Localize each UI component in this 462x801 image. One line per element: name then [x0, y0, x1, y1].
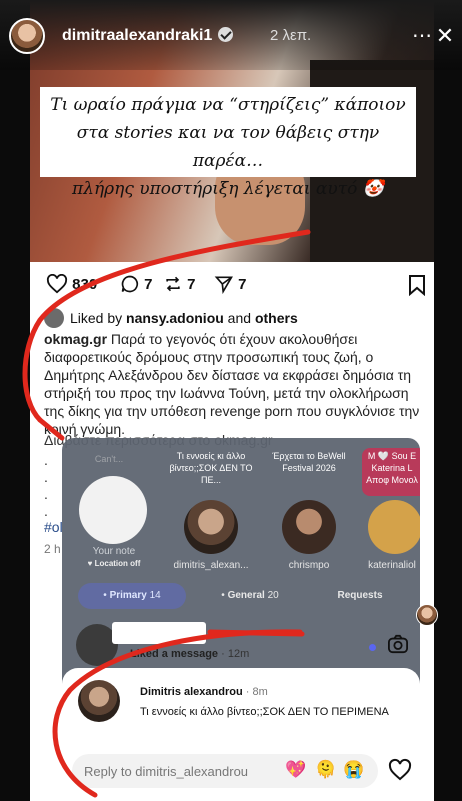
story-time: 2 λεπ. [270, 27, 312, 44]
close-icon[interactable]: ✕ [432, 22, 458, 50]
contact-note-bubble: M 🤍 Sou E Katerina L Αποφ Μονολ [362, 448, 420, 496]
story-username-text: dimitraalexandraki1 [62, 27, 213, 44]
repost-count: 7 [187, 276, 196, 293]
contact-note[interactable]: M 🤍 Sou E Katerina L Αποφ Μονολ katerina… [362, 448, 420, 571]
share-sheet: Can't... Your note ♥ Location off Τι ενν… [62, 438, 420, 698]
your-note-label: Your note [92, 546, 136, 557]
liked-by-prefix: Liked by [70, 310, 127, 326]
reply-avatar [78, 680, 120, 722]
post-caption: okmag.gr Παρά το γεγονός ότι έχουν ακολο… [44, 330, 426, 438]
tab-primary-count: 14 [149, 590, 161, 601]
liked-by-others[interactable]: others [255, 310, 298, 326]
caption-username[interactable]: okmag.gr [44, 331, 107, 347]
liked-by-user[interactable]: nansy.adoniou [126, 310, 224, 326]
contact-name: chrismpo [288, 560, 330, 571]
unread-dot [369, 644, 376, 651]
reply-message: Τι εννοείς κι άλλο βίντεο;;ΣΟΚ ΔΕΝ ΤΟ ΠΕ… [140, 706, 389, 718]
caption-dots: . . . . [44, 452, 48, 519]
tab-requests[interactable]: Requests [314, 583, 406, 609]
story-header: dimitraalexandraki1 2 λεπ. ⋯ ✕ [0, 0, 462, 70]
your-note-bubble[interactable] [79, 476, 147, 544]
liked-by-and: and [223, 310, 255, 326]
heart-icon[interactable] [388, 758, 412, 782]
post-time-fragment: 2 h [44, 542, 61, 556]
comment-count: 7 [144, 276, 153, 293]
tab-general-count: 20 [267, 590, 279, 601]
overlay-line: πλήρης υποστήριξη λέγεται αυτό 🤡 [72, 179, 384, 199]
contact-avatar [184, 500, 238, 554]
tab-primary-label: Primary [109, 590, 147, 601]
dm-thread-row[interactable]: Liked a message · 12m [62, 618, 420, 668]
hashtag-fragment[interactable]: #ol [44, 519, 63, 535]
post-actions: 830 7 7 7 [30, 272, 434, 302]
overlay-caption: Τι ωραίο πράγμα να “στηρίζεις” κάποιον σ… [40, 87, 416, 199]
dm-time: · 12m [218, 648, 250, 660]
more-options-icon[interactable]: ⋯ [412, 22, 432, 50]
heart-icon [46, 273, 68, 294]
story-username[interactable]: dimitraalexandraki1 [62, 27, 234, 45]
contact-note[interactable]: Έρχεται το BeWell Festival 2026 chrismpo [264, 448, 354, 571]
floating-avatar [416, 604, 438, 626]
emoji-crying-face-button[interactable]: 😭 [342, 758, 366, 782]
bookmark-icon[interactable] [408, 274, 426, 296]
contact-note-bubble: Έρχεται το BeWell Festival 2026 [272, 451, 346, 473]
like-count: 830 [72, 276, 98, 293]
reply-sender-name: Dimitris alexandrou [140, 686, 243, 698]
liked-by-row[interactable]: Liked by nansy.adoniou and others [44, 308, 298, 328]
reply-sender: Dimitris alexandrou · 8m [140, 686, 268, 698]
tab-primary[interactable]: • Primary 14 [78, 583, 186, 609]
redacted-name [112, 622, 206, 644]
emoji-melting-face-button[interactable]: 🫠 [314, 758, 338, 782]
emoji-sparkling-heart-button[interactable]: 💖 [284, 758, 308, 782]
tab-requests-label: Requests [337, 590, 383, 601]
contact-note[interactable]: Τι εννοείς κι άλλο βίντεο;;ΣΟΚ ΔΕΝ ΤΟ ΠΕ… [166, 448, 256, 571]
contact-name: katerinaliol [368, 560, 416, 571]
verified-icon [218, 27, 234, 42]
dm-status-text: Liked a message [130, 648, 219, 660]
camera-icon[interactable] [387, 634, 409, 654]
dm-status: Liked a message · 12m [130, 648, 249, 660]
like-button[interactable]: 830 [46, 273, 98, 294]
overlay-line: Τι ωραίο πράγμα να “στηρίζεις” κάποιον [50, 95, 406, 115]
reply-card: Dimitris alexandrou · 8m Τι εννοείς κι ά… [62, 668, 420, 801]
contact-note-bubble: Τι εννοείς κι άλλο βίντεο;;ΣΟΚ ΔΕΝ ΤΟ ΠΕ… [169, 451, 253, 485]
comment-icon [121, 275, 139, 293]
inbox-tabs: • Primary 14 • General 20 Requests [72, 583, 412, 611]
repost-icon [166, 276, 180, 292]
contact-avatar [282, 500, 336, 554]
liked-by-avatar [44, 308, 64, 328]
send-icon [214, 276, 233, 295]
contact-avatar [368, 500, 420, 554]
share-button[interactable]: 7 [214, 274, 247, 295]
note-prompt: Can't... [94, 454, 124, 464]
reply-time: · 8m [242, 686, 268, 698]
comment-button[interactable]: 7 [120, 274, 153, 294]
story-avatar[interactable] [9, 18, 45, 54]
repost-button[interactable]: 7 [163, 274, 196, 294]
share-count: 7 [238, 276, 247, 293]
location-off-label: ♥ Location off [87, 559, 141, 568]
tab-general[interactable]: • General 20 [196, 583, 304, 609]
overlay-line: στα stories και να τον θάβεις στην παρέα… [76, 123, 380, 171]
contact-name: dimitris_alexan... [173, 560, 249, 571]
tab-general-label: General [227, 590, 265, 601]
